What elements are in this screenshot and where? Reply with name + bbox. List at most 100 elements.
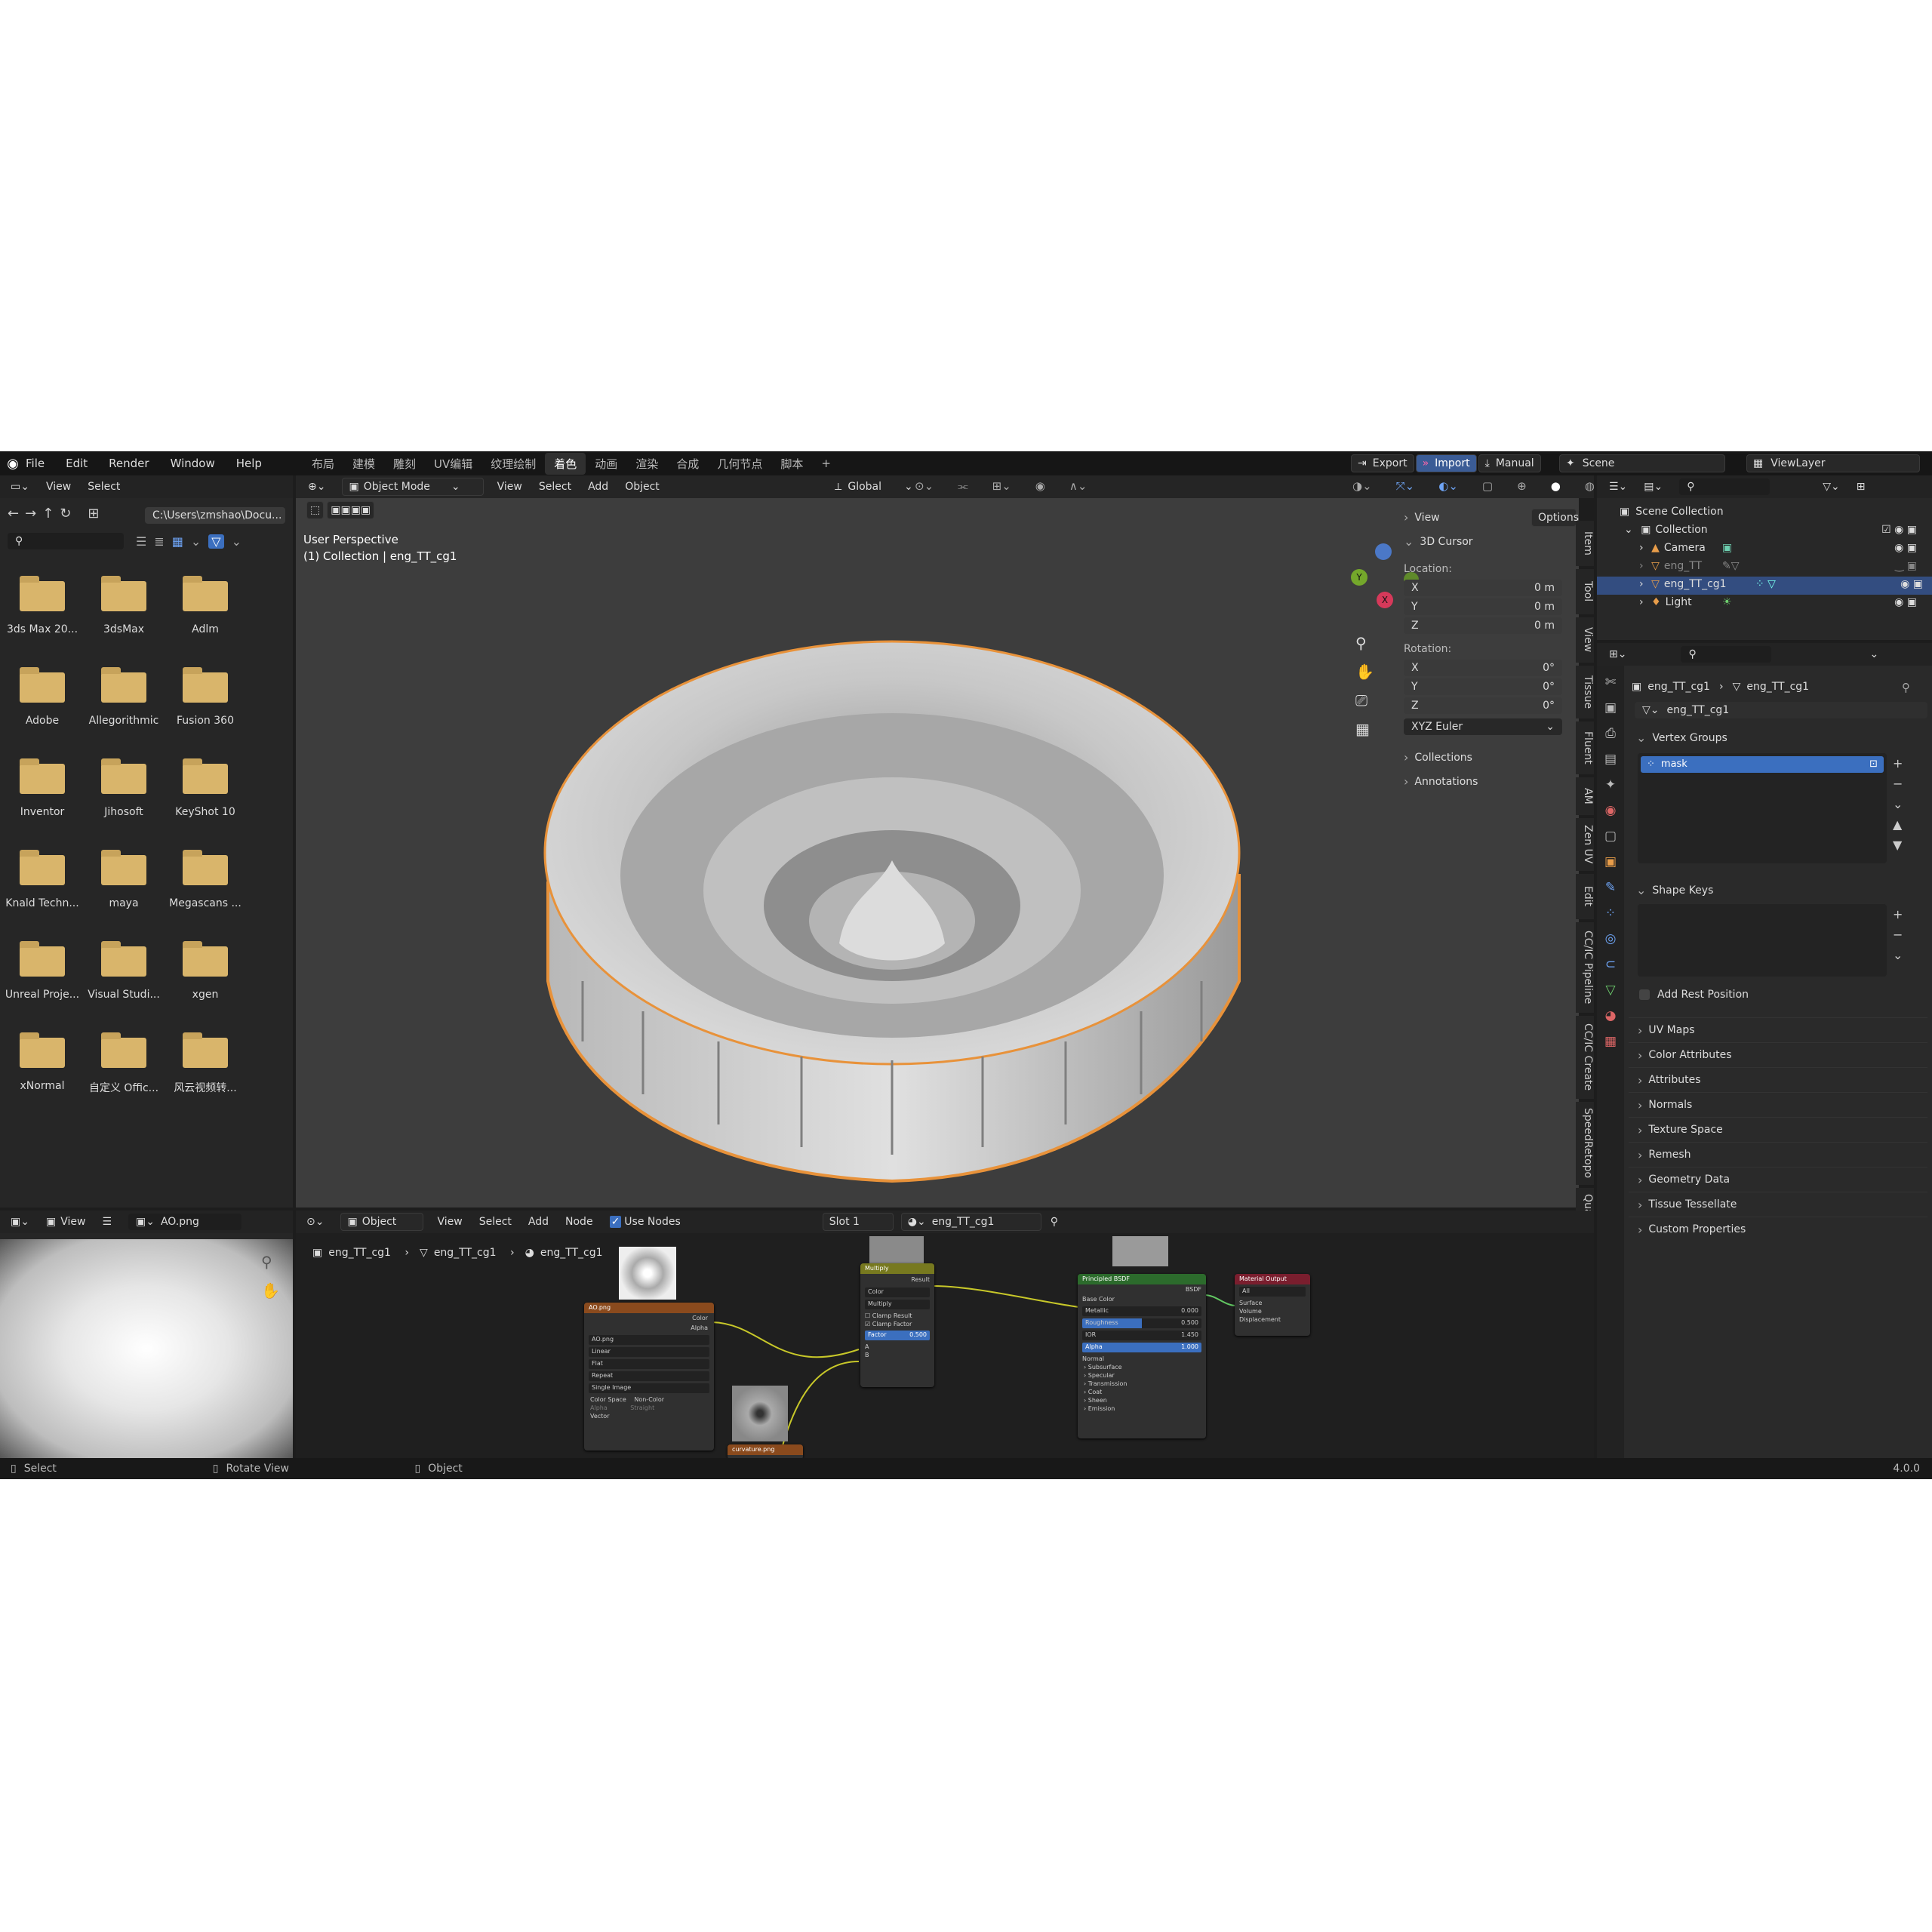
- viewlayer-selector[interactable]: ▦ ViewLayer: [1746, 454, 1920, 472]
- menu-edit[interactable]: Edit: [66, 457, 88, 470]
- new-folder-icon[interactable]: ⊞: [88, 506, 99, 521]
- overlay-toggle-icon[interactable]: ◐⌄: [1438, 479, 1458, 493]
- sidebar-tab[interactable]: Item: [1576, 521, 1594, 566]
- gizmo-z-axis[interactable]: [1375, 543, 1392, 560]
- visibility-icon[interactable]: ◑⌄: [1352, 479, 1372, 493]
- bsdf-subpanel[interactable]: › Specular: [1078, 1371, 1206, 1380]
- sidebar-tab[interactable]: AM: [1576, 777, 1594, 815]
- properties-search-input[interactable]: ⚲: [1681, 646, 1772, 663]
- properties-section[interactable]: Normals: [1629, 1092, 1927, 1117]
- properties-editor-icon[interactable]: ⊞⌄: [1609, 648, 1626, 660]
- menu-file[interactable]: File: [26, 457, 45, 470]
- file-search-input[interactable]: ⚲: [8, 533, 124, 549]
- snap-icon[interactable]: ⫘: [958, 479, 968, 493]
- folder-item[interactable]: Megascans ...: [168, 850, 243, 909]
- folder-item[interactable]: xNormal: [5, 1032, 80, 1092]
- node-ior-slider[interactable]: IOR 1.450: [1082, 1331, 1201, 1340]
- scene-collection-row[interactable]: ▣ Scene Collection: [1620, 506, 1724, 518]
- node-factor-slider[interactable]: Factor 0.500: [865, 1331, 930, 1340]
- sidebar-tab[interactable]: CC/IC Pipeline: [1576, 922, 1594, 1013]
- material-shading-icon[interactable]: ◍: [1585, 479, 1595, 493]
- zoom-icon[interactable]: ⚲: [261, 1253, 280, 1271]
- vertex-groups-section[interactable]: Vertex Groups: [1636, 731, 1727, 745]
- outliner-item-eng-tt[interactable]: › ▽ eng_TT ✎▽ ‿ ▣: [1639, 560, 1926, 572]
- shape-keys-section[interactable]: Shape Keys: [1636, 883, 1713, 897]
- folder-item[interactable]: maya: [86, 850, 162, 909]
- vertex-group-item-mask[interactable]: ⁘ mask ⊡: [1641, 756, 1884, 773]
- filter-icon[interactable]: ▽: [208, 534, 224, 549]
- node-metallic-slider[interactable]: Metallic 0.000: [1082, 1306, 1201, 1316]
- file-menu-select[interactable]: Select: [88, 481, 120, 493]
- modifier-tab-icon[interactable]: ✎: [1605, 880, 1616, 895]
- constraints-tab-icon[interactable]: ⊂: [1605, 957, 1616, 972]
- tab-sculpting[interactable]: 雕刻: [384, 453, 425, 475]
- image-menu-view[interactable]: View: [60, 1216, 85, 1228]
- pin-icon[interactable]: ⚲: [1902, 681, 1910, 694]
- add-rest-position-checkbox[interactable]: Add Rest Position: [1639, 989, 1749, 1001]
- ortho-grid-icon[interactable]: ▦: [1355, 720, 1374, 738]
- viewport-menu-add[interactable]: Add: [588, 481, 608, 493]
- menu-help[interactable]: Help: [236, 457, 262, 470]
- 3d-cursor-section[interactable]: 3D Cursor: [1404, 534, 1472, 549]
- folder-item[interactable]: xgen: [168, 941, 243, 1001]
- tab-shading[interactable]: 着色: [545, 452, 586, 475]
- new-collection-icon[interactable]: ⊞: [1857, 481, 1866, 493]
- properties-section[interactable]: Texture Space: [1629, 1117, 1927, 1142]
- tab-uv-editing[interactable]: UV编辑: [425, 453, 481, 475]
- 3d-viewport[interactable]: ⬚ ▣▣▣▣ User Perspective (1) Collection |…: [296, 498, 1579, 1208]
- back-icon[interactable]: ←: [8, 506, 19, 521]
- view-section[interactable]: View: [1404, 510, 1439, 525]
- folder-item[interactable]: Allegorithmic: [86, 667, 162, 727]
- tab-modeling[interactable]: 建模: [343, 453, 384, 475]
- folder-item[interactable]: Jihosoft: [86, 758, 162, 818]
- add-workspace-button[interactable]: +: [812, 454, 840, 473]
- sidebar-tab[interactable]: Tool: [1576, 569, 1594, 614]
- bsdf-subpanel[interactable]: › Transmission: [1078, 1380, 1206, 1388]
- annotations-section[interactable]: Annotations: [1404, 774, 1478, 789]
- sidebar-tab[interactable]: Tissue: [1576, 666, 1594, 718]
- tab-scripting[interactable]: 脚本: [771, 453, 812, 475]
- properties-section[interactable]: Geometry Data: [1629, 1167, 1927, 1192]
- xray-icon[interactable]: ▢: [1482, 479, 1493, 493]
- outliner-item-eng-tt-cg1[interactable]: › ▽ eng_TT_cg1 ⁘ ▽ ◉ ▣: [1597, 577, 1932, 595]
- outliner-editor-icon[interactable]: ☰⌄: [1609, 481, 1627, 493]
- tab-layout[interactable]: 布局: [303, 453, 343, 475]
- camera-visibility-icons[interactable]: ◉ ▣: [1894, 542, 1917, 554]
- list-horizontal-icon[interactable]: ≣: [154, 534, 164, 549]
- outliner-item-camera[interactable]: › ▲ Camera ▣ ◉ ▣: [1639, 542, 1926, 554]
- material-tab-icon[interactable]: ◕: [1605, 1008, 1617, 1023]
- import-button[interactable]: » Import: [1415, 454, 1477, 472]
- camera-view-icon[interactable]: ⎚: [1355, 691, 1374, 709]
- scene-selector[interactable]: ✦ Scene: [1559, 454, 1725, 472]
- add-shape-key-icon[interactable]: +: [1893, 907, 1903, 921]
- gizmo-toggle-icon[interactable]: ⤧⌄: [1396, 479, 1415, 493]
- node-roughness-slider[interactable]: Roughness 0.500: [1082, 1318, 1201, 1328]
- cursor-location-y[interactable]: Y 0 m: [1404, 598, 1562, 615]
- node-ao-image[interactable]: AO.png Color Alpha AO.png Linear Flat Re…: [584, 1303, 714, 1451]
- folder-item[interactable]: Visual Studi...: [86, 941, 162, 1001]
- physics-tab-icon[interactable]: ◎: [1605, 931, 1617, 946]
- bsdf-subpanel[interactable]: › Subsurface: [1078, 1363, 1206, 1371]
- add-vertex-group-icon[interactable]: +: [1893, 756, 1903, 771]
- sort-dropdown-icon[interactable]: ⌄: [191, 534, 201, 549]
- remove-shape-key-icon[interactable]: −: [1893, 928, 1903, 942]
- menu-window[interactable]: Window: [171, 457, 215, 470]
- texture-tab-icon[interactable]: ▦: [1604, 1034, 1617, 1049]
- properties-section[interactable]: Custom Properties: [1629, 1217, 1927, 1241]
- node-multiply[interactable]: Multiply Result Color Multiply ☐ Clamp R…: [860, 1263, 934, 1387]
- folder-item[interactable]: 自定义 Offic...: [86, 1032, 162, 1095]
- properties-section[interactable]: Remesh: [1629, 1142, 1927, 1167]
- blender-logo-icon[interactable]: ◉: [0, 456, 26, 472]
- proportional-edit-icon[interactable]: ◉: [1035, 479, 1045, 493]
- path-field[interactable]: C:\Users\zmshao\Docu...: [145, 507, 285, 524]
- output-tab-icon[interactable]: ⎙: [1605, 726, 1616, 741]
- pan-hand-icon[interactable]: ✋: [1355, 663, 1374, 681]
- manual-button[interactable]: ⤓ Manual: [1478, 454, 1541, 472]
- object-tab-icon[interactable]: ▣: [1604, 854, 1617, 869]
- folder-item[interactable]: Adlm: [168, 576, 243, 635]
- tab-animation[interactable]: 动画: [586, 453, 626, 475]
- node-extension-dropdown[interactable]: Repeat: [589, 1371, 709, 1381]
- snap-target-icon[interactable]: ⊞⌄: [992, 479, 1011, 493]
- tab-geometry-nodes[interactable]: 几何节点: [708, 453, 771, 475]
- sidebar-tab[interactable]: CC/IC Create: [1576, 1016, 1594, 1099]
